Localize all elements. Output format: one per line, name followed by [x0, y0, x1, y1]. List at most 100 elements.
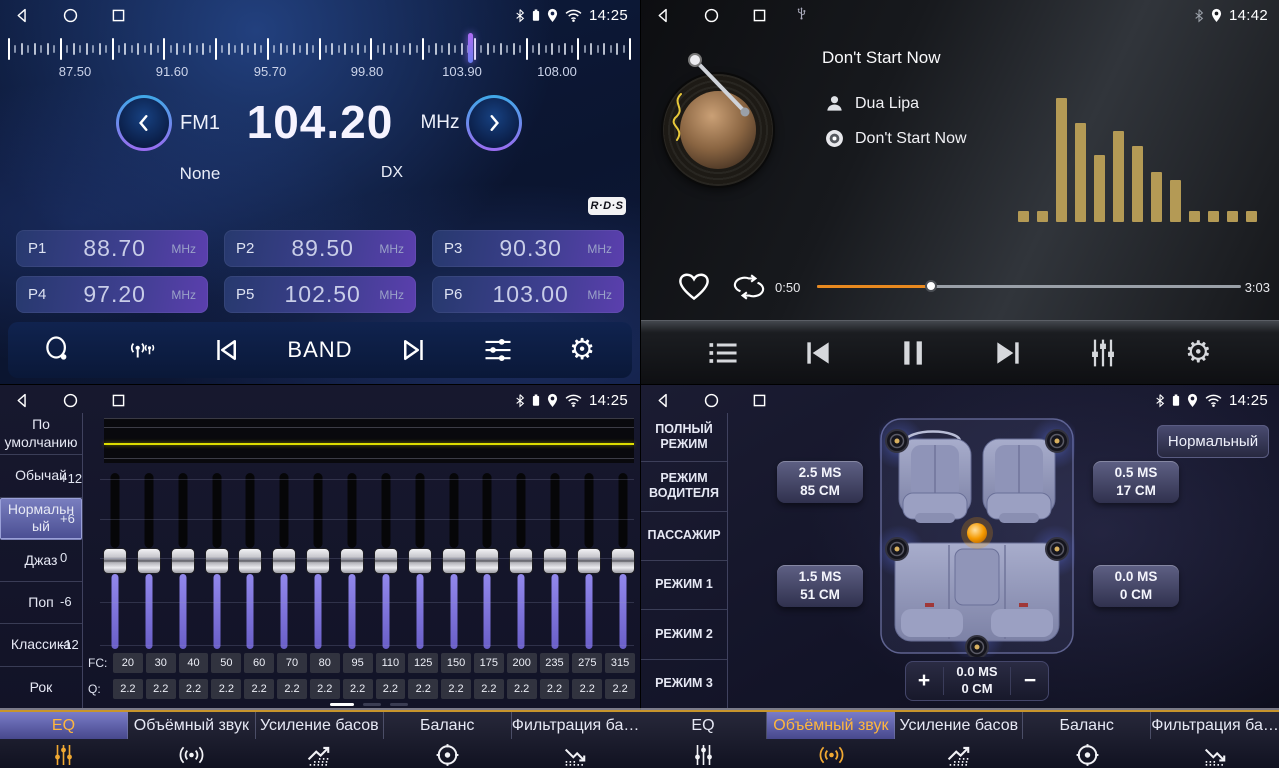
front-left-delay-button[interactable]: 2.5 MS 85 CM [777, 461, 863, 503]
slider-handle[interactable] [137, 548, 161, 574]
favorite-heart-icon[interactable] [677, 272, 711, 302]
q-value-box[interactable]: 2.2 [146, 679, 176, 699]
eq-vertical-sliders-icon[interactable] [1080, 330, 1126, 376]
playlist-icon[interactable] [700, 330, 746, 376]
tab-right-3[interactable]: Баланс [1023, 712, 1151, 768]
back-icon[interactable] [653, 5, 673, 25]
fc-value-box[interactable]: 315 [605, 653, 635, 673]
front-right-delay-button[interactable]: 0.5 MS 17 CM [1093, 461, 1179, 503]
page-dot[interactable] [363, 703, 381, 706]
scan-search-icon[interactable] [36, 328, 80, 372]
sound-mode-4[interactable]: РЕЖИМ 2 [641, 610, 727, 659]
fc-value-box[interactable]: 275 [572, 653, 602, 673]
eq-band-slider-14[interactable] [576, 473, 602, 649]
slider-handle[interactable] [577, 548, 601, 574]
previous-track-icon[interactable] [795, 330, 841, 376]
rear-left-delay-button[interactable]: 1.5 MS 51 CM [777, 565, 863, 607]
slider-handle[interactable] [509, 548, 533, 574]
q-value-box[interactable]: 2.2 [605, 679, 635, 699]
q-value-box[interactable]: 2.2 [244, 679, 274, 699]
back-icon[interactable] [12, 390, 32, 410]
recents-icon[interactable] [749, 390, 769, 410]
progress-handle[interactable] [925, 280, 937, 292]
eq-band-slider-3[interactable] [204, 473, 230, 649]
q-value-box[interactable]: 2.2 [343, 679, 373, 699]
home-icon[interactable] [60, 390, 80, 410]
slider-handle[interactable] [103, 548, 127, 574]
fc-value-box[interactable]: 70 [277, 653, 307, 673]
tab-right-1[interactable]: Объёмный звук [767, 712, 895, 768]
radio-preset-P2[interactable]: P289.50MHz [224, 230, 416, 267]
next-track-icon[interactable] [985, 330, 1031, 376]
sound-mode-5[interactable]: РЕЖИМ 3 [641, 660, 727, 708]
tab-left-1[interactable]: Объёмный звук [128, 712, 256, 768]
home-icon[interactable] [701, 390, 721, 410]
q-value-box[interactable]: 2.2 [441, 679, 471, 699]
eq-band-slider-11[interactable] [474, 473, 500, 649]
sound-mode-2[interactable]: ПАССАЖИР [641, 512, 727, 561]
fc-value-box[interactable]: 150 [441, 653, 471, 673]
eq-preset-6[interactable]: Рок [0, 667, 82, 708]
tab-left-3[interactable]: Баланс [384, 712, 512, 768]
next-station-icon[interactable] [392, 328, 436, 372]
fc-value-box[interactable]: 200 [507, 653, 537, 673]
slider-handle[interactable] [340, 548, 364, 574]
repeat-icon[interactable] [733, 274, 765, 300]
broadcast-antenna-icon[interactable] [120, 328, 164, 372]
slider-handle[interactable] [374, 548, 398, 574]
eq-band-slider-6[interactable] [305, 473, 331, 649]
tab-left-2[interactable]: Усиление басов [256, 712, 384, 768]
eq-band-slider-13[interactable] [542, 473, 568, 649]
fc-value-box[interactable]: 235 [540, 653, 570, 673]
tune-up-button[interactable] [466, 95, 522, 151]
recents-icon[interactable] [749, 5, 769, 25]
home-icon[interactable] [60, 5, 80, 25]
previous-station-icon[interactable] [204, 328, 248, 372]
progress-bar[interactable] [817, 285, 1241, 288]
eq-band-slider-7[interactable] [339, 473, 365, 649]
fc-value-box[interactable]: 175 [474, 653, 504, 673]
eq-band-slider-9[interactable] [407, 473, 433, 649]
fc-value-box[interactable]: 50 [211, 653, 241, 673]
eq-band-slider-10[interactable] [441, 473, 467, 649]
slider-handle[interactable] [272, 548, 296, 574]
fc-value-box[interactable]: 95 [343, 653, 373, 673]
q-value-box[interactable]: 2.2 [376, 679, 406, 699]
recents-icon[interactable] [108, 390, 128, 410]
rear-right-delay-button[interactable]: 0.0 MS 0 CM [1093, 565, 1179, 607]
equalizer-settings-icon[interactable] [476, 328, 520, 372]
page-dot[interactable] [390, 703, 408, 706]
eq-band-slider-12[interactable] [508, 473, 534, 649]
settings-gear-icon[interactable]: ⚙ [560, 328, 604, 372]
eq-band-slider-1[interactable] [136, 473, 162, 649]
slider-handle[interactable] [205, 548, 229, 574]
fc-value-box[interactable]: 60 [244, 653, 274, 673]
eq-preset-0[interactable]: По умолчанию [0, 413, 82, 455]
slider-handle[interactable] [408, 548, 432, 574]
eq-band-slider-8[interactable] [373, 473, 399, 649]
sound-mode-0[interactable]: ПОЛНЫЙ РЕЖИМ [641, 413, 727, 462]
back-icon[interactable] [12, 5, 32, 25]
slider-handle[interactable] [306, 548, 330, 574]
slider-handle[interactable] [543, 548, 567, 574]
fc-value-box[interactable]: 20 [113, 653, 143, 673]
radio-preset-P3[interactable]: P390.30MHz [432, 230, 624, 267]
eq-band-slider-5[interactable] [271, 473, 297, 649]
q-value-box[interactable]: 2.2 [179, 679, 209, 699]
sound-preset-button[interactable]: Нормальный [1157, 425, 1269, 458]
sound-mode-3[interactable]: РЕЖИМ 1 [641, 561, 727, 610]
slider-handle[interactable] [475, 548, 499, 574]
delay-increase-button[interactable]: + [905, 669, 943, 693]
fc-value-box[interactable]: 125 [408, 653, 438, 673]
radio-preset-P5[interactable]: P5102.50MHz [224, 276, 416, 313]
band-button[interactable]: BAND [287, 328, 352, 372]
q-value-box[interactable]: 2.2 [507, 679, 537, 699]
slider-handle[interactable] [442, 548, 466, 574]
q-value-box[interactable]: 2.2 [113, 679, 143, 699]
eq-band-slider-4[interactable] [237, 473, 263, 649]
radio-preset-P6[interactable]: P6103.00MHz [432, 276, 624, 313]
tab-left-0[interactable]: EQ [0, 712, 128, 768]
q-value-box[interactable]: 2.2 [572, 679, 602, 699]
tuner-scale[interactable] [8, 36, 632, 62]
slider-handle[interactable] [238, 548, 262, 574]
